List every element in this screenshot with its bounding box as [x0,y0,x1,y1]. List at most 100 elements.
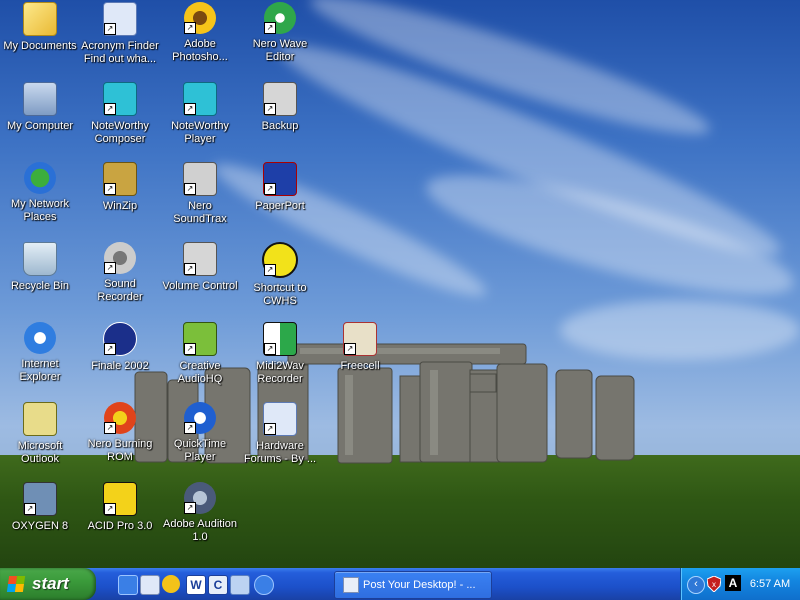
shortcut-arrow-icon: ↗ [184,502,196,514]
folder-icon [23,2,57,36]
desktop-icon-label: Sound Recorder [97,278,143,303]
desktop-icon-acronym-finder[interactable]: ↗ Acronym Finder Find out wha... [80,0,160,80]
taskbar: start W C Post Your Desktop! - ... ‹ x A… [0,568,800,600]
desktop-icon-internet[interactable]: Internet Explorer [0,320,80,400]
shortcut-arrow-icon: ↗ [184,422,196,434]
desktop-icon-label: My Computer [6,120,74,132]
oxygen-icon: ↗ [23,482,57,516]
system-tray: ‹ x A 6:57 AM [680,568,800,600]
start-label: start [32,574,69,593]
paperport-icon: ↗ [263,162,297,196]
quicktime-icon: ↗ [184,402,216,434]
c-app-icon[interactable]: C [208,575,228,595]
desktop-icon-my-computer[interactable]: My Computer [0,80,80,160]
shortcut-arrow-icon: ↗ [264,423,276,435]
desktop-icon[interactable] [140,575,160,595]
desktop-icon-recycle-bin[interactable]: Recycle Bin [0,240,80,320]
desktop-icon-winzip[interactable]: ↗ WinZip [80,160,160,240]
task-button-post-your-desktop[interactable]: Post Your Desktop! - ... [334,571,492,599]
desktop-icon-sound[interactable]: ↗ Sound Recorder [80,240,160,320]
desktop-icon-adobe[interactable]: ↗ Adobe Photosho... [160,0,240,80]
desktop-icon-nero-burning[interactable]: ↗ Nero Burning ROM [80,400,160,480]
shortcut-arrow-icon: ↗ [184,263,196,275]
desktop-icon-label: Microsoft Outlook [17,440,63,465]
desktop-icon-adobe-audition[interactable]: ↗ Adobe Audition 1.0 [160,480,240,560]
desktop-icon-label: OXYGEN 8 [11,520,69,532]
desktop-icon-creative[interactable]: ↗ Creative AudioHQ [160,320,240,400]
desktop-icon-quicktime[interactable]: ↗ QuickTime Player [160,400,240,480]
freecell-icon: ↗ [343,322,377,356]
shortcut-arrow-icon: ↗ [104,343,116,355]
shortcut-arrow-icon: ↗ [104,103,116,115]
audition-icon: ↗ [184,482,216,514]
desktop-icon-label: My Documents [3,40,77,52]
music-player-icon: ↗ [183,82,217,116]
desktop-icon-backup[interactable]: ↗ Backup [240,80,320,160]
ie-icon[interactable] [118,575,138,595]
recycle-bin-icon [23,242,57,276]
desktop-icon-paperport[interactable]: ↗ PaperPort [240,160,320,240]
desktop-icon-label: Midi2Wav Recorder [256,360,304,385]
shortcut-arrow-icon: ↗ [104,503,116,515]
desktop-icon-noteworthy[interactable]: ↗ NoteWorthy Player [160,80,240,160]
desktop-icon-label: Nero Wave Editor [252,38,308,63]
audiohq-icon: ↗ [183,322,217,356]
network-icon [24,162,56,194]
desktop-icon-volume-control[interactable]: ↗ Volume Control [160,240,240,320]
desktop-icon-label: Adobe Audition 1.0 [162,518,237,543]
chevron-left-icon[interactable]: ‹ [687,576,705,594]
nero-burning-icon: ↗ [104,402,136,434]
desktop-icon-label: Shortcut to CWHS [253,282,307,307]
shortcut-arrow-icon: ↗ [264,264,276,276]
desktop-icon-oxygen-8[interactable]: ↗ OXYGEN 8 [0,480,80,560]
media-player-icon[interactable] [162,575,180,593]
desktop-icon-nero-wave[interactable]: ↗ Nero Wave Editor [240,0,320,80]
clock[interactable]: 6:57 AM [741,568,799,600]
start-button[interactable]: start [0,568,96,600]
shortcut-arrow-icon: ↗ [264,343,276,355]
finale-icon: ↗ [103,322,137,356]
acrobat-icon[interactable]: A [725,575,741,591]
desktop-icon-label: WinZip [102,200,138,212]
task-button-label: Post Your Desktop! - ... [363,579,476,591]
desktop-icon-hardware[interactable]: ↗ Hardware Forums - By ... [240,400,320,480]
shortcut-arrow-icon: ↗ [104,262,116,274]
outlook-icon [23,402,57,436]
shortcut-arrow-icon: ↗ [344,343,356,355]
shortcut-arrow-icon: ↗ [184,183,196,195]
desktop-icon-label: NoteWorthy Player [171,120,229,145]
desktop-icon-microsoft[interactable]: Microsoft Outlook [0,400,80,480]
desktop-icon-noteworthy[interactable]: ↗ NoteWorthy Composer [80,80,160,160]
acid-icon: ↗ [103,482,137,516]
nero-wave-icon: ↗ [264,2,296,34]
desktop-icon-acid-pro-3-0[interactable]: ↗ ACID Pro 3.0 [80,480,160,560]
desktop-icon-label: Creative AudioHQ [177,360,223,385]
ie-shortcut-icon: ↗ [103,2,137,36]
desktop-icon-freecell[interactable]: ↗ Freecell [320,320,400,400]
desktop-icon-my-network[interactable]: My Network Places [0,160,80,240]
shortcut-arrow-icon: ↗ [264,22,276,34]
desktop-icon-label: ACID Pro 3.0 [87,520,153,532]
shortcut-arrow-icon: ↗ [104,23,116,35]
desktop-icon-label: QuickTime Player [173,438,227,463]
desktop[interactable]: My Documents ↗ Acronym Finder Find out wha… [0,0,800,568]
desktop-icon-midi2wav[interactable]: ↗ Midi2Wav Recorder [240,320,320,400]
desktop-icon-label: Volume Control [162,280,238,292]
speaker-icon: ↗ [104,242,136,274]
backup-icon: ↗ [263,82,297,116]
desktop-icon-finale-2002[interactable]: ↗ Finale 2002 [80,320,160,400]
shortcut-arrow-icon: ↗ [104,183,116,195]
desktop-icon-my-documents[interactable]: My Documents [0,0,80,80]
word-icon[interactable]: W [186,575,206,595]
outlook-express-icon[interactable] [230,575,250,595]
shield-icon[interactable]: x [707,576,721,592]
ie-icon[interactable] [254,575,274,595]
desktop-icon-nero[interactable]: ↗ Nero SoundTrax [160,160,240,240]
desktop-icon-label: Internet Explorer [19,358,61,383]
svg-text:x: x [712,580,716,589]
desktop-icon-label: Nero SoundTrax [173,200,227,225]
desktop-icon-label: Adobe Photosho... [172,38,228,63]
shortcut-arrow-icon: ↗ [184,103,196,115]
headphones-icon: ↗ [262,242,298,278]
desktop-icon-shortcut-to[interactable]: ↗ Shortcut to CWHS [240,240,320,320]
